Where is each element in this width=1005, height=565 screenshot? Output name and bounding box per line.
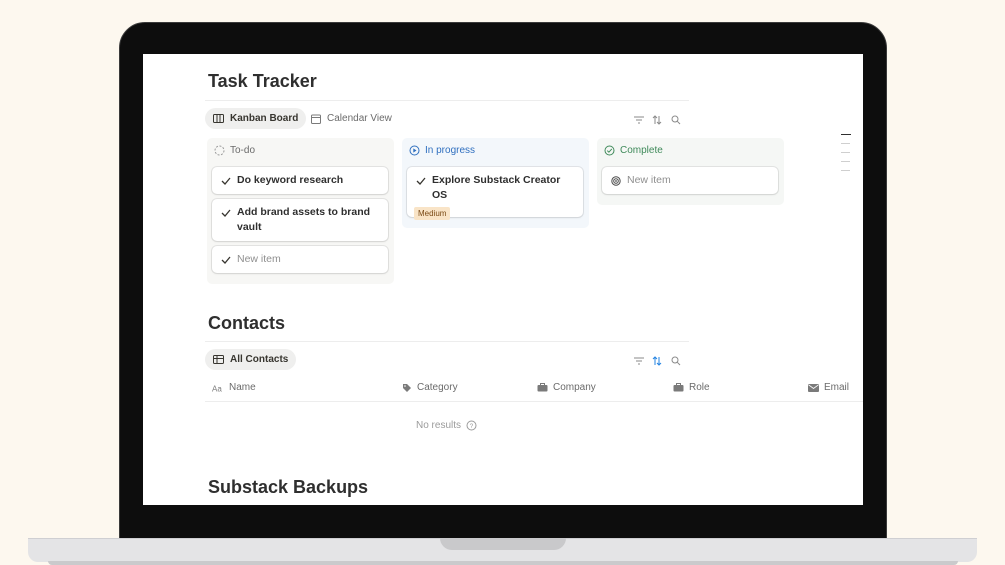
search-icon[interactable] xyxy=(670,355,682,367)
laptop-trackpad-notch xyxy=(440,538,566,550)
section-divider xyxy=(205,341,689,342)
tab-label: All Contacts xyxy=(230,354,289,365)
new-item-card[interactable]: New item xyxy=(602,167,778,194)
column-header: In progress xyxy=(409,145,475,156)
briefcase-icon xyxy=(673,383,684,392)
column-label: Email xyxy=(824,382,850,393)
column-header: To-do xyxy=(214,145,255,156)
toc-line xyxy=(841,152,850,153)
kanban-column-in-progress: In progress Explore Substack Creator OS … xyxy=(402,138,589,228)
column-label: Company xyxy=(553,382,596,393)
check-circle-icon xyxy=(604,145,615,156)
empty-state-text: No results xyxy=(416,420,462,431)
sort-icon[interactable] xyxy=(651,114,663,126)
column-label: Name xyxy=(229,382,256,393)
toc-line xyxy=(841,170,850,171)
card-title: New item xyxy=(627,174,671,186)
tab-label: Kanban Board xyxy=(230,113,299,124)
card-title: Do keyword research xyxy=(237,174,344,186)
sort-icon[interactable] xyxy=(651,355,663,367)
kanban-card[interactable]: Do keyword research xyxy=(212,167,388,194)
column-header-category[interactable]: Category xyxy=(402,382,458,393)
table-icon xyxy=(213,355,224,364)
section-divider xyxy=(205,100,689,101)
svg-text:?: ? xyxy=(470,423,474,430)
check-icon xyxy=(220,207,231,218)
toc-line xyxy=(841,161,850,162)
column-label: In progress xyxy=(425,145,476,156)
play-circle-icon xyxy=(409,145,420,156)
notion-page: Task Tracker Kanban Board Calendar View … xyxy=(143,54,863,505)
contacts-title: Contacts xyxy=(208,313,286,333)
check-icon xyxy=(415,175,426,186)
column-header: Complete xyxy=(604,145,663,156)
kanban-card[interactable]: Add brand assets to brand vault xyxy=(212,199,388,241)
column-header-role[interactable]: Role xyxy=(673,382,710,393)
search-icon[interactable] xyxy=(670,114,682,126)
kanban-card[interactable]: Explore Substack Creator OS Medium xyxy=(407,167,583,220)
column-label: Role xyxy=(689,382,710,393)
mail-icon xyxy=(808,383,819,392)
tab-all-contacts[interactable]: All Contacts xyxy=(205,349,297,370)
briefcase-icon xyxy=(537,383,548,392)
svg-text:Aa: Aa xyxy=(212,384,222,392)
empty-state: No results ? xyxy=(416,420,477,431)
tab-calendar-view[interactable]: Calendar View xyxy=(303,108,400,129)
laptop-base-foot xyxy=(48,561,958,565)
tag-icon xyxy=(402,383,412,393)
card-title: Explore Substack Creator OS xyxy=(432,174,561,201)
help-circle-icon[interactable]: ? xyxy=(466,420,477,431)
filter-icon[interactable] xyxy=(633,355,645,367)
tab-kanban-board[interactable]: Kanban Board xyxy=(205,108,307,129)
priority-tag: Medium xyxy=(414,207,451,220)
dashed-circle-icon xyxy=(214,145,225,156)
check-icon xyxy=(220,175,231,186)
table-of-contents-indicator[interactable] xyxy=(841,134,851,179)
column-label: Category xyxy=(417,382,458,393)
column-header-name[interactable]: Aa Name xyxy=(212,382,256,393)
text-icon: Aa xyxy=(212,384,224,392)
kanban-icon xyxy=(213,114,224,123)
column-label: Complete xyxy=(620,145,663,156)
task-tracker-title: Task Tracker xyxy=(208,71,317,91)
toc-line-active xyxy=(841,134,851,135)
filter-icon[interactable] xyxy=(633,114,645,126)
contacts-table-header: Aa Name Category Company Role Email xyxy=(205,375,863,402)
card-title: New item xyxy=(237,253,281,265)
target-icon xyxy=(610,175,621,186)
check-icon xyxy=(220,254,231,265)
toc-line xyxy=(841,143,850,144)
kanban-column-todo: To-do Do keyword research Add brand asse… xyxy=(207,138,394,284)
column-header-company[interactable]: Company xyxy=(537,382,596,393)
kanban-column-complete: Complete New item xyxy=(597,138,784,205)
column-header-email[interactable]: Email xyxy=(808,382,849,393)
card-title: Add brand assets to brand vault xyxy=(237,206,371,233)
new-item-card[interactable]: New item xyxy=(212,246,388,273)
column-label: To-do xyxy=(230,145,256,156)
calendar-icon xyxy=(311,114,321,124)
substack-backups-title: Substack Backups xyxy=(208,477,369,497)
tab-label: Calendar View xyxy=(327,113,392,124)
